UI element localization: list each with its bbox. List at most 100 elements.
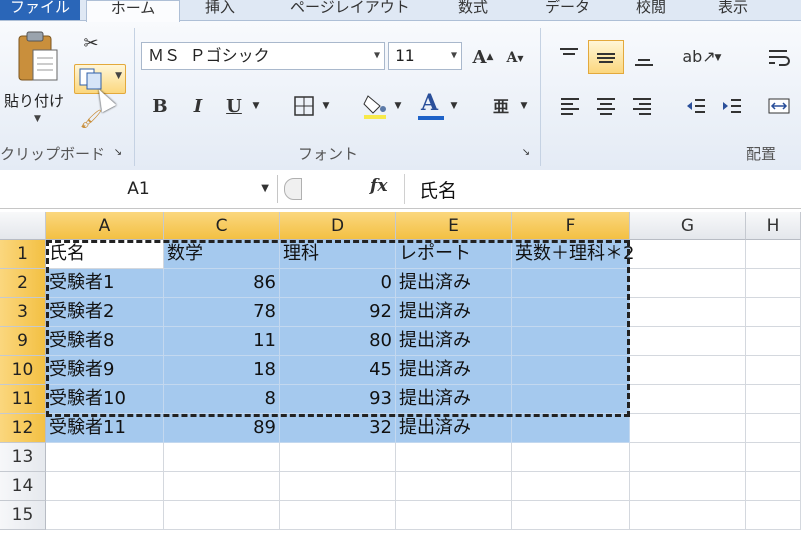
cell[interactable]: 受験者11 [46, 414, 164, 443]
italic-button[interactable]: I [186, 94, 210, 118]
cell[interactable] [512, 414, 630, 443]
cell[interactable]: 提出済み [396, 414, 512, 443]
phonetic-icon[interactable]: 亜 [486, 88, 516, 122]
row-header[interactable]: 12 [0, 414, 46, 443]
cell[interactable] [164, 501, 280, 530]
cell[interactable]: 理科 [280, 240, 396, 269]
align-middle-icon[interactable] [588, 40, 624, 74]
cell[interactable] [46, 443, 164, 472]
cell[interactable]: 提出済み [396, 385, 512, 414]
cell[interactable]: 提出済み [396, 327, 512, 356]
cell[interactable] [512, 443, 630, 472]
row-header[interactable]: 2 [0, 269, 46, 298]
cell[interactable]: 8 [164, 385, 280, 414]
cell[interactable] [396, 501, 512, 530]
cell[interactable] [512, 472, 630, 501]
cell[interactable]: レポート [396, 240, 512, 269]
row-header[interactable]: 11 [0, 385, 46, 414]
column-header[interactable]: C [164, 212, 280, 240]
column-header[interactable]: E [396, 212, 512, 240]
cell[interactable] [46, 472, 164, 501]
fill-dropdown-icon[interactable]: ▼ [392, 98, 404, 114]
cell[interactable] [630, 385, 746, 414]
row-header[interactable]: 15 [0, 501, 46, 530]
fx-icon[interactable]: fx [370, 176, 387, 196]
format-painter-icon[interactable]: 🖌 [78, 108, 104, 130]
cell[interactable]: 提出済み [396, 356, 512, 385]
cell[interactable]: 89 [164, 414, 280, 443]
cell[interactable] [512, 501, 630, 530]
border-icon[interactable] [290, 92, 318, 120]
tab-page-layout[interactable]: ページレイアウト [290, 0, 410, 20]
cell[interactable]: 数学 [164, 240, 280, 269]
cell[interactable] [512, 356, 630, 385]
dialog-launcher-icon[interactable]: ↘ [520, 146, 532, 158]
decrease-indent-icon[interactable] [682, 92, 710, 120]
align-left-icon[interactable] [556, 92, 584, 120]
tab-view[interactable]: 表示 [718, 0, 748, 20]
cell[interactable]: 92 [280, 298, 396, 327]
cell[interactable] [630, 501, 746, 530]
dialog-launcher-icon[interactable]: ↘ [112, 146, 124, 158]
cell[interactable] [396, 443, 512, 472]
phonetic-dropdown-icon[interactable]: ▼ [518, 98, 530, 114]
select-all-corner[interactable] [0, 212, 46, 240]
font-color-dropdown-icon[interactable]: ▼ [448, 98, 460, 114]
cell[interactable] [746, 269, 801, 298]
cell[interactable] [512, 327, 630, 356]
column-header[interactable]: H [746, 212, 801, 240]
cell[interactable] [512, 298, 630, 327]
align-bottom-icon[interactable] [630, 44, 658, 72]
row-header[interactable]: 3 [0, 298, 46, 327]
cell[interactable] [630, 443, 746, 472]
row-header[interactable]: 13 [0, 443, 46, 472]
row-header[interactable]: 9 [0, 327, 46, 356]
cell[interactable] [746, 240, 801, 269]
cell[interactable]: 受験者8 [46, 327, 164, 356]
tab-file[interactable]: ファイル [0, 0, 80, 20]
cell[interactable]: 受験者1 [46, 269, 164, 298]
tab-review[interactable]: 校閲 [636, 0, 666, 20]
increase-indent-icon[interactable] [718, 92, 746, 120]
cell[interactable]: 32 [280, 414, 396, 443]
cell[interactable] [46, 501, 164, 530]
cell[interactable] [164, 443, 280, 472]
cell[interactable] [746, 356, 801, 385]
cell[interactable]: 受験者10 [46, 385, 164, 414]
cell[interactable] [512, 385, 630, 414]
cell[interactable] [630, 240, 746, 269]
align-right-icon[interactable] [628, 92, 656, 120]
cell[interactable]: 78 [164, 298, 280, 327]
cell[interactable] [630, 269, 746, 298]
fill-color-icon[interactable] [360, 90, 390, 122]
formula-input[interactable]: 氏名 [404, 174, 801, 204]
column-header[interactable]: A [46, 212, 164, 240]
cell[interactable] [630, 472, 746, 501]
worksheet-grid[interactable]: A C D E F G H 1 氏名 数学 理科 レポート 英数＋理科＊2 2 受験者1 86 0 提出済み 3 受験… [0, 212, 801, 536]
cell[interactable] [746, 501, 801, 530]
underline-button[interactable]: U [222, 94, 246, 118]
cell[interactable]: 18 [164, 356, 280, 385]
cell[interactable] [396, 472, 512, 501]
cell[interactable] [280, 443, 396, 472]
font-size-combo[interactable]: 11 ▼ [388, 42, 462, 70]
cell[interactable]: 45 [280, 356, 396, 385]
cell[interactable]: 提出済み [396, 298, 512, 327]
orientation-icon[interactable]: ab↗ [682, 42, 715, 70]
cell[interactable] [630, 356, 746, 385]
cell[interactable]: 11 [164, 327, 280, 356]
chevron-down-icon[interactable]: ▼ [261, 175, 269, 203]
merge-center-icon[interactable] [764, 92, 794, 120]
tab-insert[interactable]: 挿入 [205, 0, 235, 20]
cell[interactable] [512, 269, 630, 298]
cell[interactable]: 氏名 [46, 240, 164, 269]
name-box[interactable]: A1 ▼ [0, 175, 278, 203]
underline-dropdown-icon[interactable]: ▼ [250, 98, 262, 114]
cell[interactable]: 86 [164, 269, 280, 298]
cell[interactable]: 受験者2 [46, 298, 164, 327]
cell[interactable]: 提出済み [396, 269, 512, 298]
cell[interactable]: 93 [280, 385, 396, 414]
cell[interactable] [630, 414, 746, 443]
border-dropdown-icon[interactable]: ▼ [320, 98, 332, 114]
tab-formulas[interactable]: 数式 [458, 0, 488, 20]
